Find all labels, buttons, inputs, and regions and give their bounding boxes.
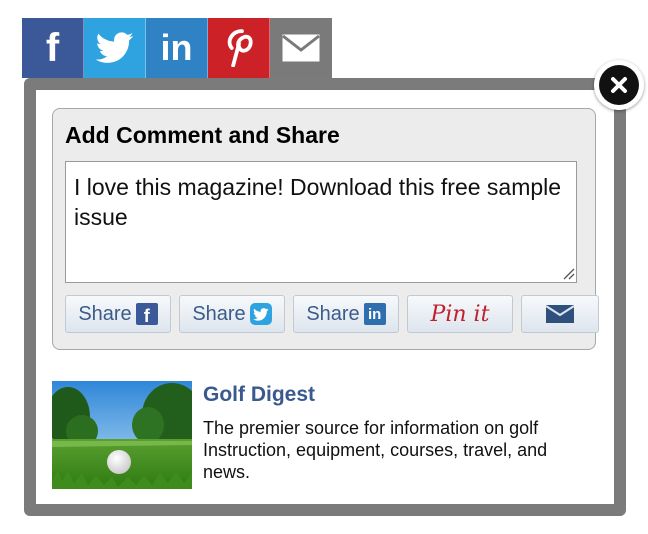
linkedin-icon-glyph: in [368,305,382,323]
facebook-icon: f [45,25,60,70]
pinterest-share-button[interactable] [208,18,270,78]
linkedin-share-label: Share [306,302,360,325]
envelope-icon [546,305,574,323]
comment-input[interactable] [65,161,577,283]
panel-title: Add Comment and Share [65,122,340,148]
share-button-row: Share f Share Share in Pin it [65,295,599,333]
close-x-glyph [611,77,627,93]
magazine-title-link[interactable]: Golf Digest [203,383,315,407]
twitter-bird-icon [252,307,269,321]
envelope-icon [282,34,320,62]
linkedin-share-button[interactable]: in [146,18,208,78]
social-bar: f in [22,18,332,78]
linkedin-share-btn[interactable]: Share in [293,295,399,333]
twitter-icon [95,32,133,63]
magazine-description: The premier source for information on go… [203,418,548,482]
facebook-icon-glyph: f [143,305,150,326]
close-button[interactable] [594,60,644,110]
linkedin-icon: in [363,303,386,325]
twitter-share-button[interactable] [84,18,146,78]
magazine-promo: Golf Digest The premier source for infor… [52,381,596,491]
facebook-share-btn[interactable]: Share f [65,295,171,333]
twitter-share-label: Share [192,302,246,325]
linkedin-icon: in [160,27,193,68]
twitter-icon [249,303,272,325]
golf-course-image [52,381,192,489]
comment-share-panel: Add Comment and Share Share f Share [52,108,599,350]
pin-it-label: Pin it [430,301,490,327]
facebook-share-button[interactable]: f [22,18,84,78]
share-widget: f in Add Comment and Share I love this m… [0,0,648,534]
facebook-icon: f [135,303,158,326]
email-share-btn[interactable] [521,295,599,333]
share-dialog: Add Comment and Share Share f Share [24,78,626,516]
pinterest-pin-btn[interactable]: Pin it [407,295,513,333]
twitter-share-btn[interactable]: Share [179,295,285,333]
share-dialog-body: Add Comment and Share Share f Share [36,90,614,504]
golf-ball-thumbnail[interactable] [52,381,192,489]
resize-grip-icon[interactable] [561,266,575,280]
email-share-button[interactable] [270,18,332,78]
pinterest-icon [227,29,253,67]
close-icon [599,65,639,105]
facebook-share-label: Share [78,302,132,325]
